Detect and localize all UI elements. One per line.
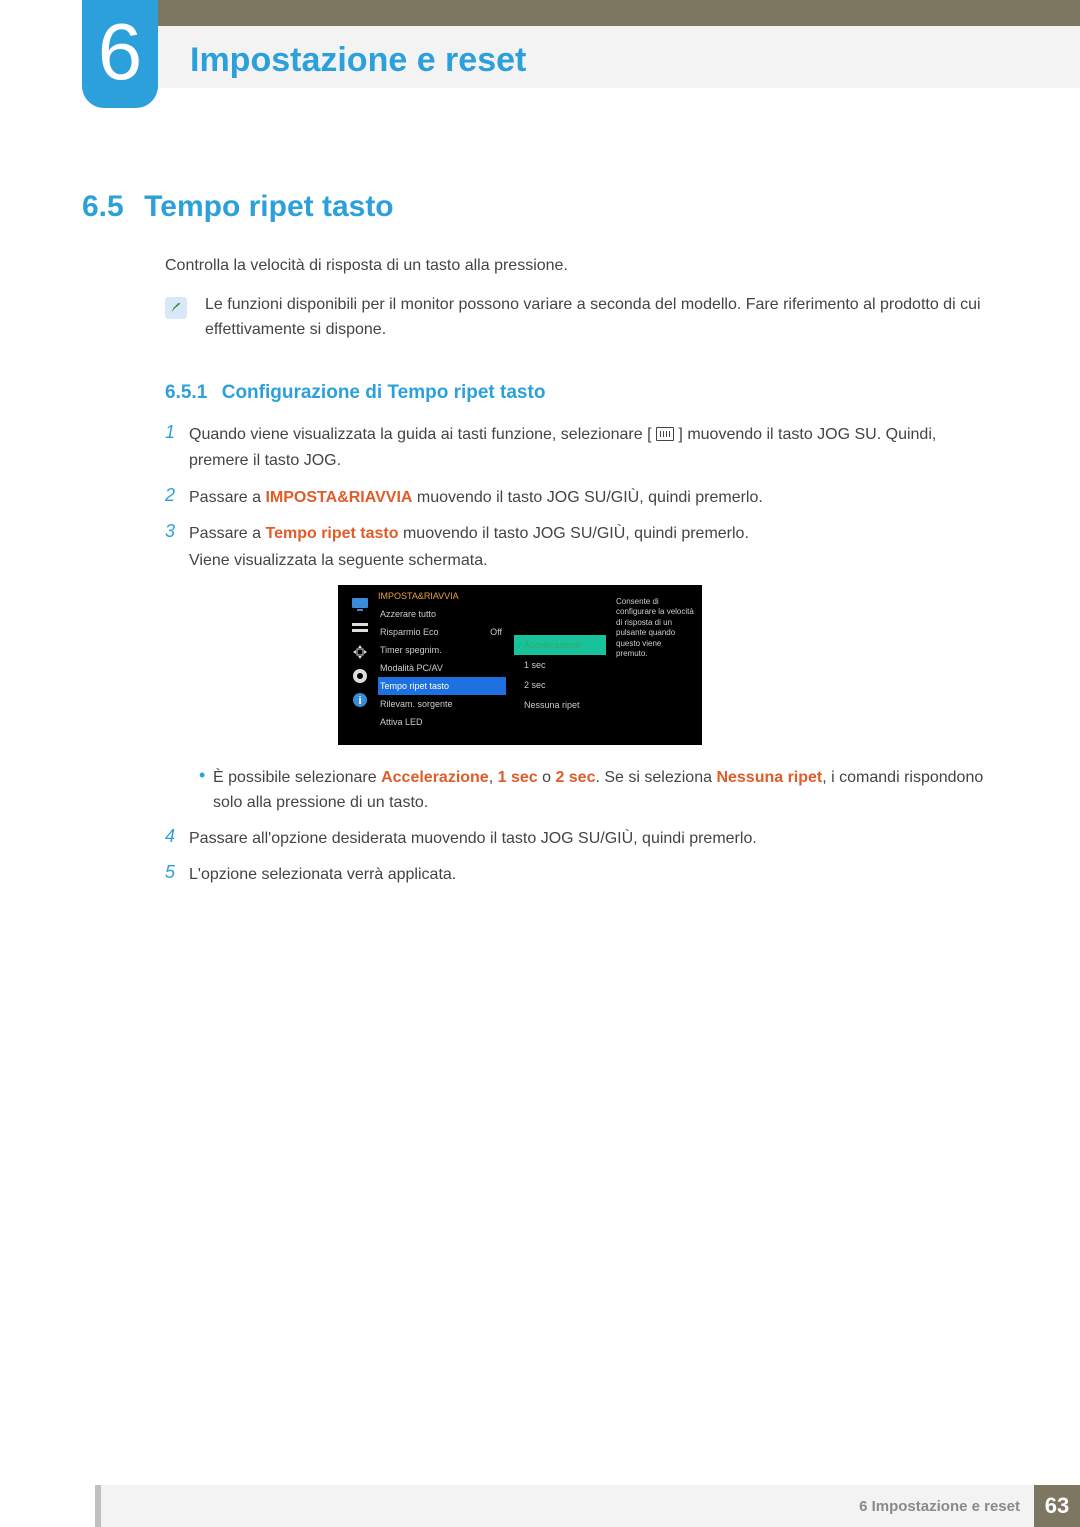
step-body: Quando viene visualizzata la guida ai ta… [189, 422, 1000, 475]
hl-2sec: 2 sec [555, 769, 595, 786]
osd-submenu-item: 1 sec [514, 655, 606, 675]
osd-sidebar-icons: i [346, 595, 374, 735]
section-title: Tempo ripet tasto [144, 190, 393, 223]
subsection-title: Configurazione di Tempo ripet tasto [222, 382, 546, 403]
steps-list-bottom: • È possibile selezionare Accelerazione,… [165, 760, 1000, 898]
osd-menu-item: Attiva LED [378, 713, 506, 731]
step-number: 5 [165, 862, 189, 888]
hl-accelerazione: Accelerazione [381, 769, 489, 786]
osd-menu-item: Azzerare tutto [378, 605, 506, 623]
header-top-bar [95, 0, 1080, 26]
hl-1sec: 1 sec [498, 769, 538, 786]
osd-submenu: Accelerazione 1 sec 2 sec Nessuna ripet [514, 635, 606, 715]
step-2: 2 Passare a IMPOSTA&RIAVVIA muovendo il … [165, 485, 1000, 511]
step-1-text-a: Quando viene visualizzata la guida ai ta… [189, 426, 652, 443]
step-number: 2 [165, 485, 189, 511]
footer-page-number: 63 [1034, 1485, 1080, 1527]
step-3-text-a: Passare a [189, 525, 265, 542]
note-icon [165, 297, 187, 319]
step-2-text-a: Passare a [189, 489, 265, 506]
osd-description: Consente di configurare la velocità di r… [616, 597, 694, 659]
step-3-text-c: Viene visualizzata la seguente schermata… [189, 552, 488, 569]
monitor-icon [350, 595, 370, 613]
step-number: 4 [165, 826, 189, 852]
chapter-number-text: 6 [98, 0, 143, 106]
osd-menu-item: Modalità PC/AV [378, 659, 506, 677]
footer-accent [95, 1485, 101, 1527]
osd-menu-item: Rilevam. sorgente [378, 695, 506, 713]
step-body: Passare a Tempo ripet tasto muovendo il … [189, 521, 749, 574]
osd-screenshot: i IMPOSTA&RIAVVIA Azzerare tutto Risparm… [338, 585, 702, 745]
step-3-highlight: Tempo ripet tasto [265, 525, 398, 542]
footer-chapter-label: 6 Impostazione e reset [859, 1498, 1020, 1515]
osd-menu-item: Risparmio EcoOff [378, 623, 506, 641]
gear-icon [350, 667, 370, 685]
menu-icon [656, 427, 674, 441]
steps-list-top: 1 Quando viene visualizzata la guida ai … [165, 422, 1000, 584]
note-block: Le funzioni disponibili per il monitor p… [165, 293, 1000, 343]
hl-nessuna: Nessuna ripet [716, 769, 822, 786]
step-3: 3 Passare a Tempo ripet tasto muovendo i… [165, 521, 1000, 574]
bullet-dot-icon: • [199, 766, 213, 816]
footer-bar: 6 Impostazione e reset 63 [95, 1485, 1080, 1527]
osd-menu-item: Timer spegnim. [378, 641, 506, 659]
subsection-heading: 6.5.1 Configurazione di Tempo ripet tast… [165, 382, 545, 404]
osd-menu-item-selected: Tempo ripet tasto [378, 677, 506, 695]
step-2-text-b: muovendo il tasto JOG SU/GIÙ, quindi pre… [412, 489, 762, 506]
osd-submenu-item: Nessuna ripet [514, 695, 606, 715]
section-intro: Controlla la velocità di risposta di un … [165, 257, 568, 275]
osd-main-menu: IMPOSTA&RIAVVIA Azzerare tutto Risparmio… [378, 591, 506, 731]
osd-submenu-item-selected: Accelerazione [514, 635, 606, 655]
osd-submenu-item: 2 sec [514, 675, 606, 695]
svg-text:i: i [358, 695, 361, 707]
step-1: 1 Quando viene visualizzata la guida ai … [165, 422, 1000, 475]
list-icon [350, 619, 370, 637]
chapter-title: Impostazione e reset [190, 41, 526, 80]
osd-menu-title: IMPOSTA&RIAVVIA [378, 591, 506, 601]
step-body: Passare all'opzione desiderata muovendo … [189, 826, 757, 852]
section-heading: 6.5 Tempo ripet tasto [82, 190, 394, 224]
step-number: 1 [165, 422, 189, 475]
resize-icon [350, 643, 370, 661]
step-4: 4 Passare all'opzione desiderata muovend… [165, 826, 1000, 852]
step-number: 3 [165, 521, 189, 574]
info-icon: i [350, 691, 370, 709]
subsection-number: 6.5.1 [165, 382, 207, 403]
step-3-text-b: muovendo il tasto JOG SU/GIÙ, quindi pre… [399, 525, 749, 542]
step-5: 5 L'opzione selezionata verrà applicata. [165, 862, 1000, 888]
step-body: Passare a IMPOSTA&RIAVVIA muovendo il ta… [189, 485, 763, 511]
note-text: Le funzioni disponibili per il monitor p… [205, 293, 1000, 343]
bullet-body: È possibile selezionare Accelerazione, 1… [213, 766, 1000, 816]
step-2-highlight: IMPOSTA&RIAVVIA [265, 489, 412, 506]
chapter-number-badge: 6 [82, 0, 158, 108]
bullet-note: • È possibile selezionare Accelerazione,… [199, 766, 1000, 816]
section-number: 6.5 [82, 190, 124, 223]
step-body: L'opzione selezionata verrà applicata. [189, 862, 456, 888]
